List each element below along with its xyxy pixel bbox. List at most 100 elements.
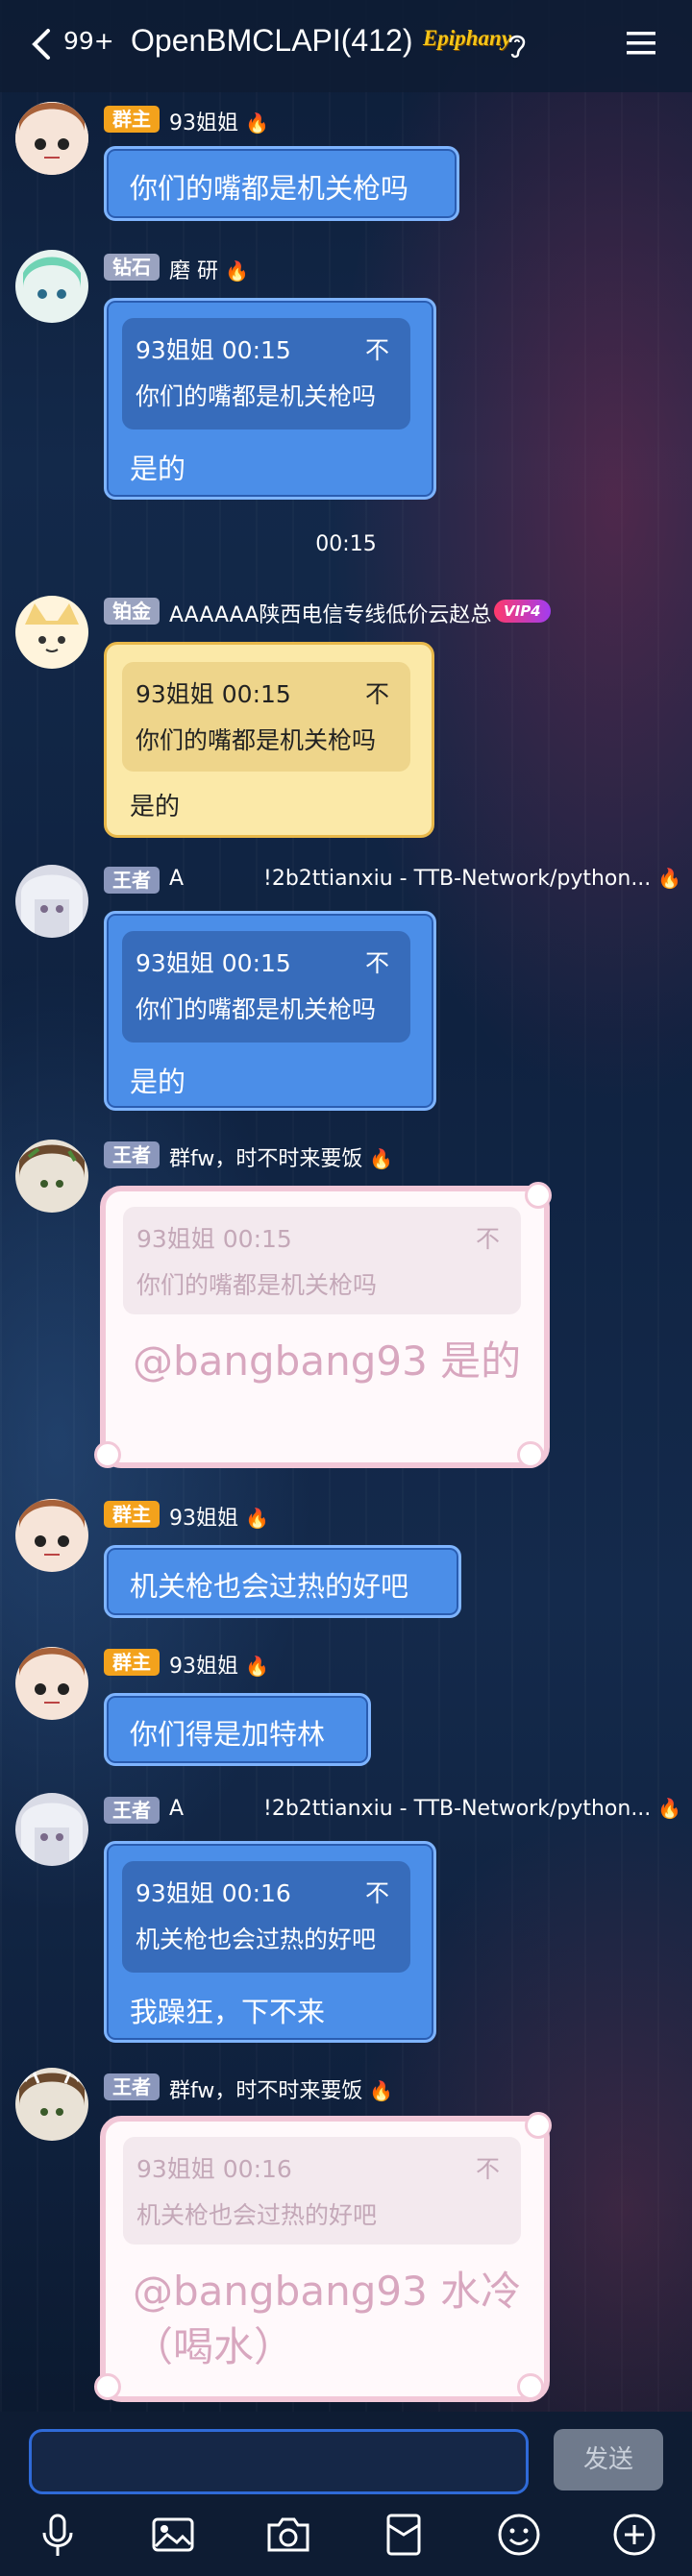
message-bubble[interactable]: 93姐姐 00:16 不 机关枪也会过热的好吧 我躁狂，下不来 bbox=[104, 1841, 436, 2043]
chat-title[interactable]: OpenBMCLAPI(412) bbox=[131, 23, 412, 59]
quote-text: 你们的嘴都是机关枪吗 bbox=[136, 382, 377, 410]
quoted-message[interactable]: 93姐姐 00:16 不 机关枪也会过热的好吧 bbox=[123, 2137, 521, 2245]
avatar[interactable] bbox=[15, 2068, 88, 2141]
role-tag: 群主 bbox=[104, 1501, 160, 1528]
message-text: 机关枪也会过热的好吧 bbox=[130, 1570, 409, 1603]
quoted-message[interactable]: 93姐姐 00:15 不 你们的嘴都是机关枪吗 bbox=[122, 662, 410, 772]
fire-icon: 🔥 bbox=[245, 111, 269, 135]
sender-name[interactable]: A bbox=[169, 867, 184, 891]
avatar[interactable] bbox=[15, 1793, 88, 1866]
quote-marker: 不 bbox=[475, 1225, 500, 1253]
sender-name[interactable]: 93姐姐 🔥 bbox=[169, 1649, 269, 1680]
avatar[interactable] bbox=[15, 250, 88, 323]
message-bubble[interactable]: 93姐姐 00:15 不 你们的嘴都是机关枪吗 是的 bbox=[104, 298, 436, 500]
fire-icon: 🔥 bbox=[245, 1507, 269, 1530]
quote-marker: 不 bbox=[475, 2155, 500, 2183]
message-bubble[interactable]: 机关枪也会过热的好吧 bbox=[104, 1545, 461, 1618]
avatar[interactable] bbox=[15, 865, 88, 938]
sender-title: !2b2ttianxiu - TTB-Network/python... 🔥 bbox=[263, 867, 682, 891]
quoted-message[interactable]: 93姐姐 00:15 不 你们的嘴都是机关枪吗 bbox=[122, 318, 410, 429]
message-text: 是的 bbox=[130, 453, 186, 485]
message-text: 你们得是加特林 bbox=[130, 1718, 326, 1751]
fire-icon: 🔥 bbox=[657, 1797, 682, 1820]
quote-text: 你们的嘴都是机关枪吗 bbox=[136, 726, 377, 754]
quote-text: 你们的嘴都是机关枪吗 bbox=[136, 995, 377, 1023]
bubble-decoration bbox=[525, 2112, 552, 2139]
quote-sender-time: 93姐姐 00:15 bbox=[136, 336, 291, 364]
menu-icon[interactable] bbox=[625, 27, 657, 60]
quote-sender-time: 93姐姐 00:16 bbox=[136, 2155, 292, 2183]
role-tag: 群主 bbox=[104, 1649, 160, 1676]
quote-sender-time: 93姐姐 00:15 bbox=[136, 1225, 292, 1253]
avatar[interactable] bbox=[15, 1647, 88, 1720]
sender-name[interactable]: 93姐姐 🔥 bbox=[169, 106, 269, 136]
vip-badge: VIP4 bbox=[494, 600, 551, 623]
fire-icon: 🔥 bbox=[369, 1147, 394, 1170]
message-text: 是的 bbox=[130, 1066, 186, 1098]
plus-icon[interactable] bbox=[611, 2512, 657, 2558]
quote-marker: 不 bbox=[364, 680, 389, 708]
avatar[interactable] bbox=[15, 102, 88, 175]
quote-text: 机关枪也会过热的好吧 bbox=[136, 2201, 378, 2229]
fire-icon: 🔥 bbox=[225, 259, 249, 282]
quote-text: 机关枪也会过热的好吧 bbox=[136, 1926, 377, 1953]
emoji-icon[interactable] bbox=[496, 2512, 542, 2558]
avatar[interactable] bbox=[15, 596, 88, 669]
message-text: 是的 bbox=[130, 793, 181, 822]
bubble-decoration bbox=[525, 1182, 552, 1209]
bubble-decoration bbox=[517, 2373, 544, 2400]
quoted-message[interactable]: 93姐姐 00:16 不 机关枪也会过热的好吧 bbox=[122, 1861, 410, 1973]
bubble-decoration bbox=[94, 1441, 121, 1468]
quote-sender-time: 93姐姐 00:15 bbox=[136, 949, 291, 977]
quote-text: 你们的嘴都是机关枪吗 bbox=[136, 1271, 378, 1299]
quote-marker: 不 bbox=[364, 949, 389, 977]
quote-marker: 不 bbox=[364, 1879, 389, 1907]
sender-name[interactable]: 群fw，时不时来要饭 🔥 bbox=[169, 1141, 393, 1172]
bubble-decoration bbox=[94, 2373, 121, 2400]
quote-sender-time: 93姐姐 00:16 bbox=[136, 1879, 291, 1907]
red-packet-icon[interactable] bbox=[381, 2512, 427, 2558]
message-bubble[interactable]: 93姐姐 00:15 不 你们的嘴都是机关枪吗 是的 bbox=[104, 911, 436, 1111]
message-bubble[interactable]: 93姐姐 00:15 不 你们的嘴都是机关枪吗 是的 bbox=[104, 642, 434, 838]
message-text: 你们的嘴都是机关枪吗 bbox=[130, 172, 409, 205]
microphone-icon[interactable] bbox=[35, 2512, 81, 2558]
unread-count[interactable]: 99+ bbox=[63, 27, 114, 55]
quoted-message[interactable]: 93姐姐 00:15 不 你们的嘴都是机关枪吗 bbox=[123, 1207, 521, 1314]
sender-name[interactable]: A bbox=[169, 1797, 184, 1821]
role-tag: 王者 bbox=[104, 2073, 160, 2100]
role-tag: 王者 bbox=[104, 1141, 160, 1168]
ear-mode-icon[interactable] bbox=[506, 31, 529, 60]
bubble-decoration bbox=[517, 1441, 544, 1468]
message-bubble[interactable]: 你们的嘴都是机关枪吗 bbox=[104, 146, 459, 221]
role-tag: 铂金 bbox=[104, 598, 160, 625]
avatar[interactable] bbox=[15, 1499, 88, 1572]
message-input[interactable] bbox=[29, 2429, 529, 2494]
image-icon[interactable] bbox=[150, 2512, 196, 2558]
group-badge: Epiphany bbox=[423, 26, 512, 50]
role-tag: 王者 bbox=[104, 1797, 160, 1824]
input-area: 发送 bbox=[0, 2412, 692, 2576]
sender-name[interactable]: 群fw，时不时来要饭 🔥 bbox=[169, 2073, 393, 2104]
sender-name[interactable]: 93姐姐 🔥 bbox=[169, 1501, 269, 1532]
sender-name[interactable]: 磨 研 🔥 bbox=[169, 254, 249, 284]
sender-title: !2b2ttianxiu - TTB-Network/python... 🔥 bbox=[263, 1797, 682, 1821]
message-bubble[interactable]: 93姐姐 00:15 不 你们的嘴都是机关枪吗 @bangbang93 是的 bbox=[100, 1186, 550, 1468]
back-arrow-icon[interactable] bbox=[23, 25, 62, 63]
message-text: @bangbang93 水冷（喝水） bbox=[133, 2268, 522, 2370]
fire-icon: 🔥 bbox=[369, 2079, 394, 2102]
send-button[interactable]: 发送 bbox=[554, 2429, 663, 2490]
message-text: @bangbang93 是的 bbox=[133, 1337, 522, 1385]
message-bubble[interactable]: 93姐姐 00:16 不 机关枪也会过热的好吧 @bangbang93 水冷（喝… bbox=[100, 2116, 550, 2402]
quote-sender-time: 93姐姐 00:15 bbox=[136, 680, 291, 708]
role-tag: 王者 bbox=[104, 867, 160, 894]
avatar[interactable] bbox=[15, 1140, 88, 1213]
chat-header: 99+ OpenBMCLAPI(412) Epiphany bbox=[0, 0, 692, 92]
camera-icon[interactable] bbox=[265, 2512, 311, 2558]
sender-name[interactable]: AAAAAA陕西电信专线低价云赵总 bbox=[169, 598, 491, 628]
message-bubble[interactable]: 你们得是加特林 bbox=[104, 1693, 371, 1766]
fire-icon: 🔥 bbox=[245, 1655, 269, 1678]
fire-icon: 🔥 bbox=[657, 867, 682, 890]
role-tag: 群主 bbox=[104, 106, 160, 133]
role-tag: 钻石 bbox=[104, 254, 160, 281]
quoted-message[interactable]: 93姐姐 00:15 不 你们的嘴都是机关枪吗 bbox=[122, 931, 410, 1043]
